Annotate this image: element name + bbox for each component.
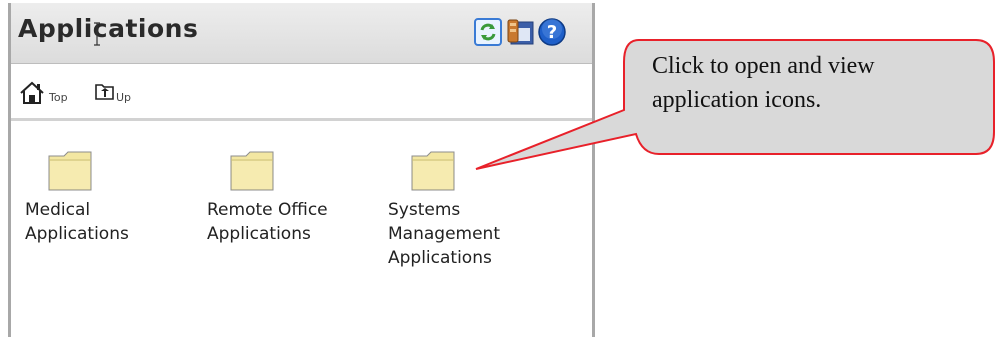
folder-icon (411, 151, 455, 191)
folder-icon (48, 151, 92, 191)
folder-label: Medical Applications (25, 200, 129, 244)
folder-medical-applications[interactable]: Medical Applications (25, 150, 205, 246)
folder-up-icon (95, 84, 114, 100)
folder-label: Systems Management Applications (388, 200, 500, 268)
panel-title: Applications (18, 14, 199, 43)
folder-label: Remote Office Applications (207, 200, 328, 244)
nav-up-label: Up (116, 91, 132, 104)
folder-remote-office-applications[interactable]: Remote Office Applications (207, 150, 387, 246)
callout-text: Click to open and view application icons… (652, 53, 875, 113)
folder-icon (230, 151, 274, 191)
text-cursor-icon (94, 22, 100, 46)
home-icon (20, 81, 44, 104)
nav-top-label: Top (49, 91, 68, 104)
